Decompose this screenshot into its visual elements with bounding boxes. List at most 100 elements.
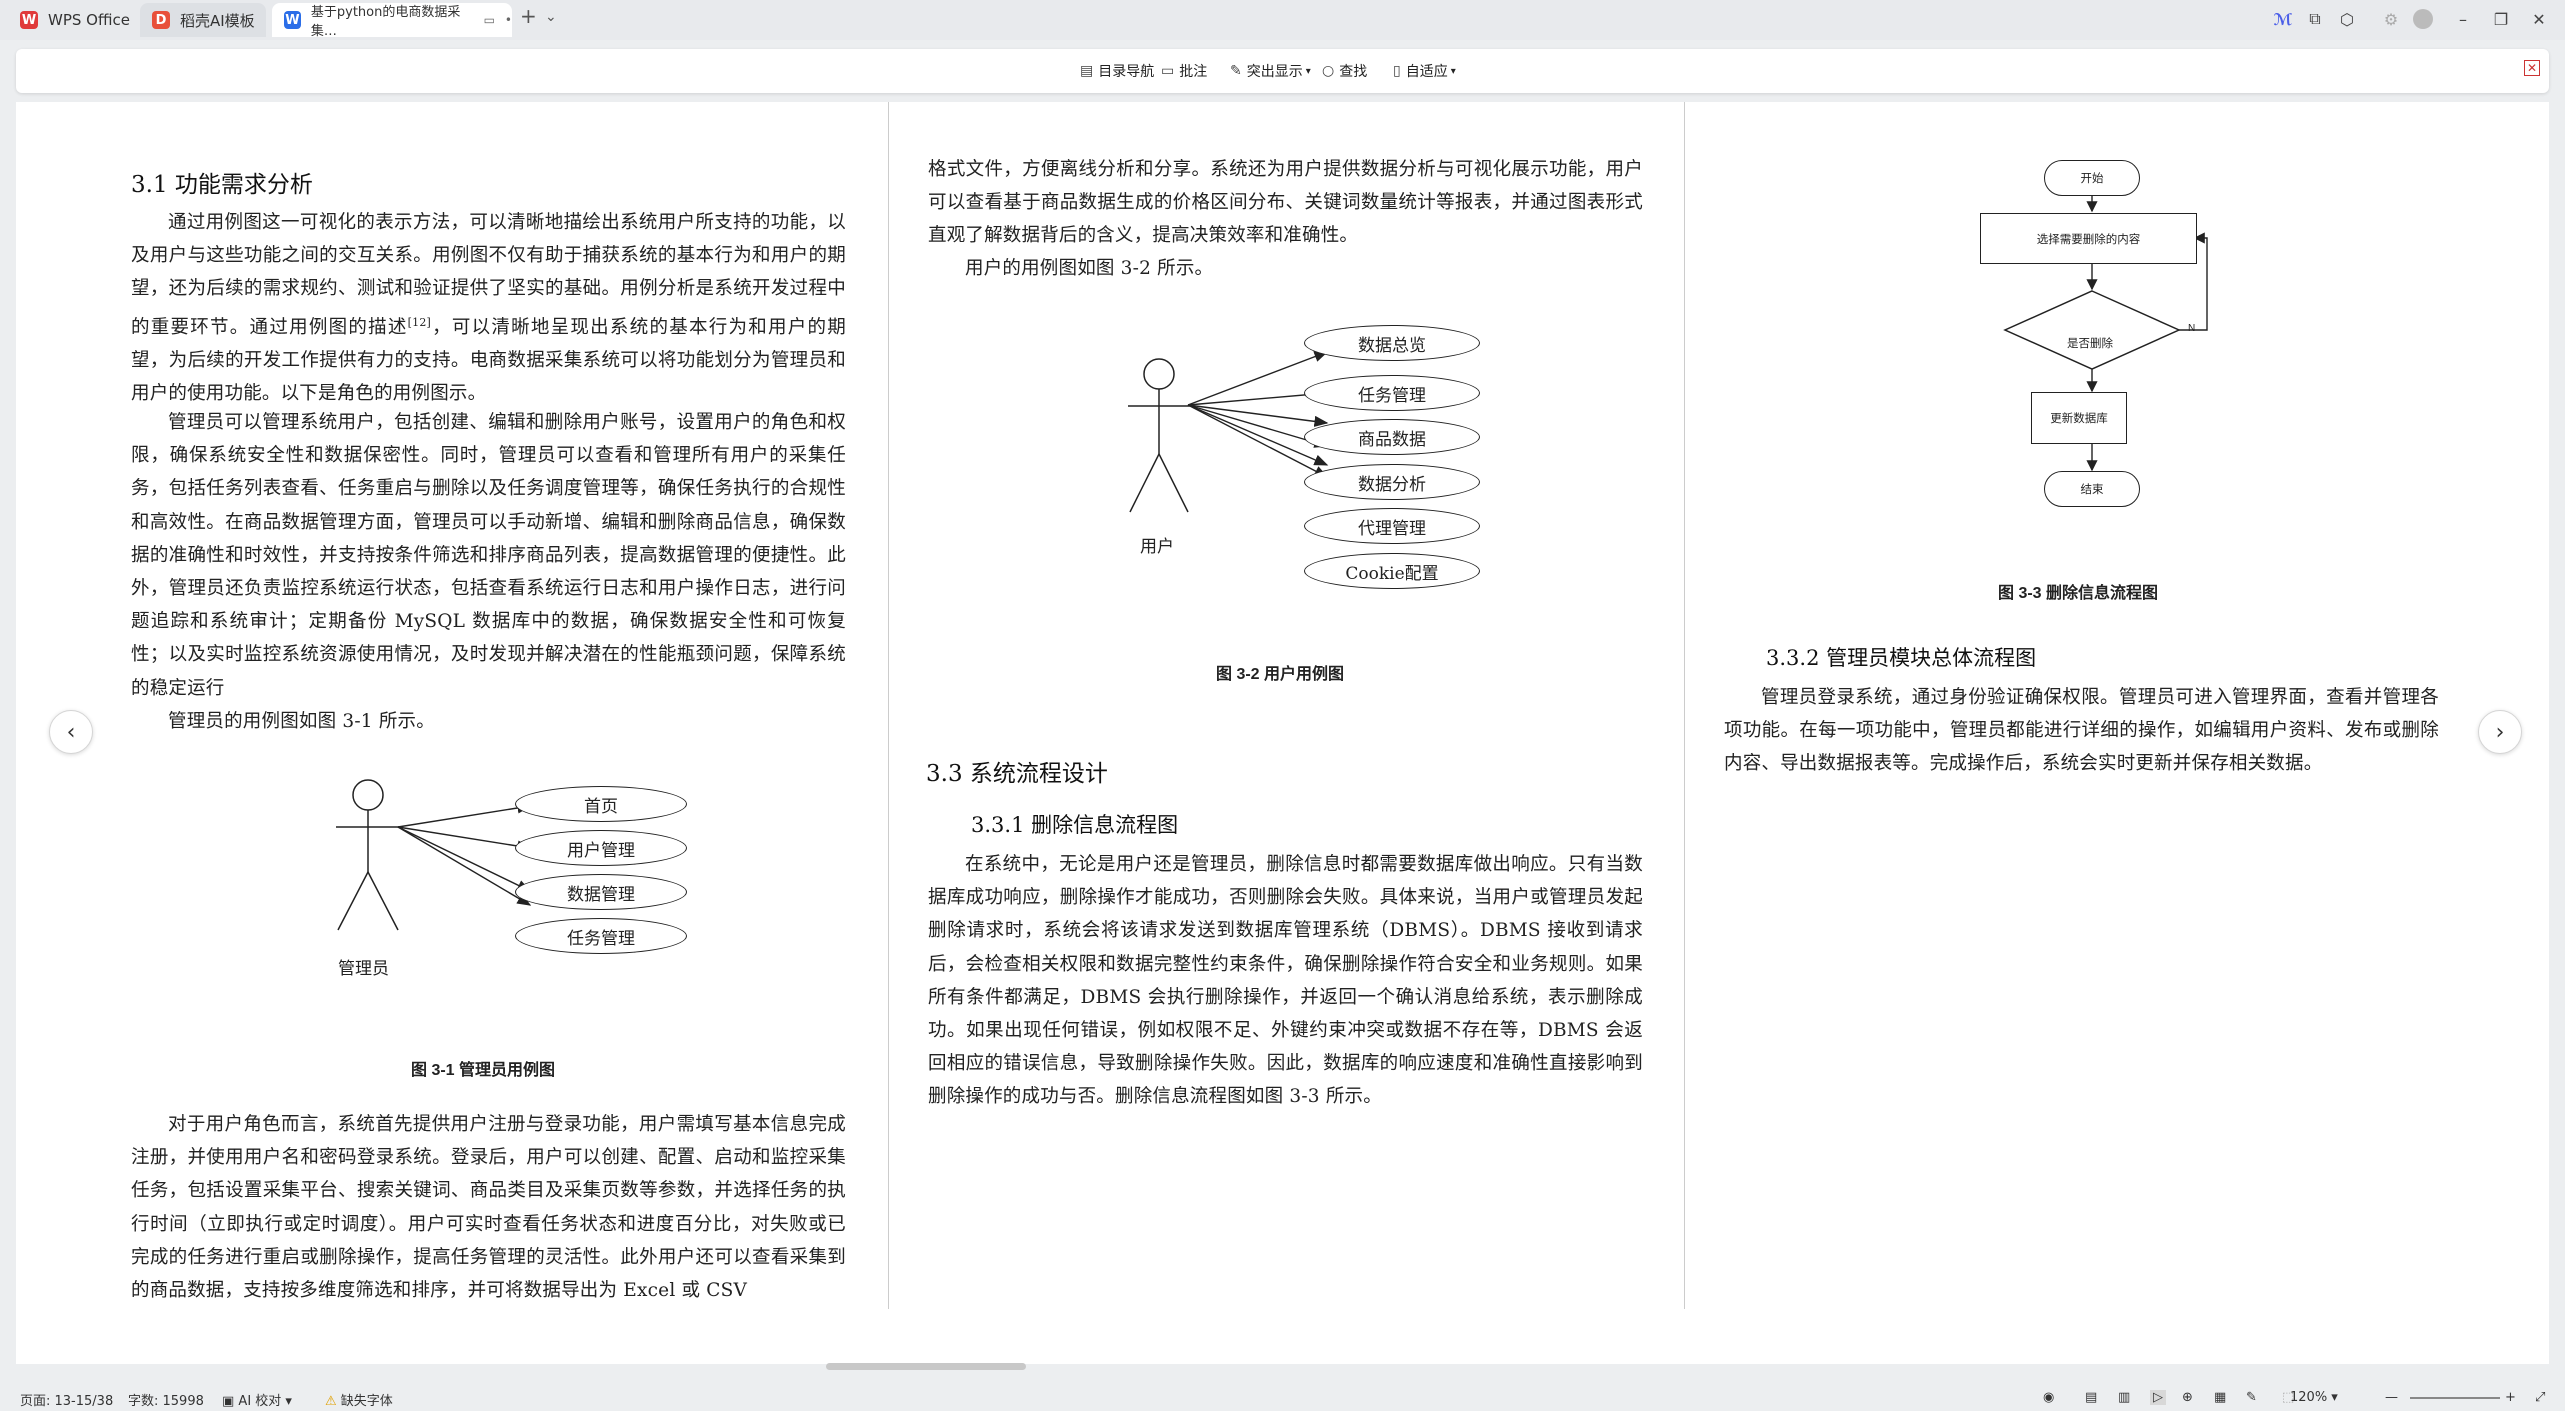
tab-current-document[interactable]: W 基于python的电商数据采集… ▭ •: [272, 3, 512, 39]
cube-icon[interactable]: ⬡: [2334, 6, 2360, 32]
reading-mode-icon[interactable]: ▷: [2150, 1390, 2166, 1405]
tab-list-chevron-icon[interactable]: ⌄: [545, 9, 557, 25]
zoom-out-icon[interactable]: —: [2385, 1390, 2398, 1405]
toc-navigation-button[interactable]: ▤ 目录导航: [1080, 61, 1154, 81]
close-tab-icon[interactable]: •: [505, 13, 512, 27]
wps-logo-icon: W: [20, 11, 38, 29]
highlight-button[interactable]: ✎ 突出显示 ▾: [1230, 61, 1311, 81]
zoom-slider[interactable]: [2410, 1397, 2500, 1399]
proofread-icon: ▣: [222, 1394, 239, 1409]
settings-icon[interactable]: ⚙: [2378, 6, 2404, 32]
eye-protection-icon[interactable]: ◉: [2043, 1390, 2054, 1405]
avatar[interactable]: [2410, 6, 2436, 32]
find-label: 查找: [1339, 64, 1368, 80]
chevron-left-icon: ‹: [66, 719, 76, 745]
status-bar: 页面: 13-15/38 字数: 15998 ▣ AI 校对 ▾ ⚠ 缺失字体 …: [0, 1384, 2565, 1411]
title-bar: W WPS Office D 稻壳AI模板 W 基于python的电商数据采集……: [0, 0, 2565, 40]
figure-caption-3-3: 图 3-3 删除信息流程图: [1998, 585, 2159, 602]
flow-decision-label: 是否删除: [2067, 338, 2113, 350]
page-count[interactable]: 页面: 13-15/38: [20, 1390, 113, 1409]
word-count[interactable]: 字数: 15998: [128, 1390, 204, 1409]
paragraph: 在系统中，无论是用户还是管理员，删除信息时都需要数据库做出响应。只有当数据库成功…: [928, 848, 1643, 1114]
fit-label: 自适应: [1405, 64, 1448, 80]
highlight-pen-icon: ✎: [1230, 63, 1242, 79]
paragraph: 管理员可以管理系统用户，包括创建、编辑和删除用户账号，设置用户的角色和权限，确保…: [131, 406, 846, 705]
chevron-right-icon: ›: [2495, 719, 2505, 745]
search-icon: ○: [1322, 63, 1335, 79]
tab-docer-templates[interactable]: D 稻壳AI模板: [140, 3, 266, 37]
window-layout-icon[interactable]: ⧉: [2302, 6, 2328, 32]
ai-proofread-button[interactable]: ▣ AI 校对 ▾: [222, 1390, 292, 1409]
column-divider: [1684, 102, 1685, 1309]
tab-label: 基于python的电商数据采集…: [310, 5, 461, 39]
restore-icon[interactable]: ❐: [2488, 6, 2514, 32]
paragraph: 通过用例图这一可视化的表示方法，可以清晰地描绘出系统用户所支持的功能，以及用户与…: [131, 206, 846, 410]
zoom-level[interactable]: 120% ▾: [2290, 1390, 2338, 1405]
use-case-cookie-config: Cookie配置: [1304, 553, 1480, 589]
outline-view-icon[interactable]: ▥: [2118, 1390, 2130, 1405]
paragraph-text: 管理员的用例图如图 3-1 所示。: [168, 711, 435, 732]
pen-icon[interactable]: ✎: [2246, 1390, 2257, 1405]
reading-toolbar: ▤ 目录导航 ▭ 批注 ✎ 突出显示 ▾ ○ 查找 ▯ 自适应 ▾ ✕: [16, 49, 2549, 93]
paragraph: 格式文件，方便离线分析和分享。系统还为用户提供数据分析与可视化展示功能，用户可以…: [928, 153, 1643, 253]
subsection-heading-3-3-2: 3.3.2 管理员模块总体流程图: [1766, 646, 2037, 670]
paragraph-text: 对于用户角色而言，系统首先提供用户注册与登录功能，用户需填写基本信息完成注册，并…: [131, 1114, 846, 1302]
ai-assistant-icon[interactable]: ℳ: [2270, 6, 2296, 32]
paragraph-text: 管理员登录系统，通过身份验证确保权限。管理员可进入管理界面，查看并管理各项功能。…: [1724, 687, 2439, 775]
zoom-value: 120%: [2290, 1390, 2328, 1405]
paragraph-text: 格式文件，方便离线分析和分享。系统还为用户提供数据分析与可视化展示功能，用户可以…: [928, 159, 1643, 247]
flow-update-db-step: 更新数据库: [2031, 392, 2127, 444]
use-case-task-management: 任务管理: [515, 918, 687, 954]
delete-flow-connectors: [2003, 176, 2208, 472]
comment-label: 批注: [1179, 64, 1208, 80]
page-view-icon[interactable]: ▤: [2085, 1390, 2097, 1405]
section-heading-3-1: 3.1 功能需求分析: [131, 172, 313, 198]
docer-logo-icon: D: [152, 11, 170, 29]
section-heading-3-3: 3.3 系统流程设计: [926, 761, 1108, 787]
paragraph-text: 在系统中，无论是用户还是管理员，删除信息时都需要数据库做出响应。只有当数据库成功…: [928, 854, 1643, 1108]
highlight-label: 突出显示: [1246, 64, 1303, 80]
chevron-down-icon: ▾: [1305, 65, 1311, 77]
layout-icon[interactable]: ▦: [2214, 1390, 2226, 1405]
fit-button[interactable]: ▯ 自适应 ▾: [1393, 61, 1456, 81]
comment-icon: ▭: [1161, 63, 1175, 79]
exit-reading-mode-icon[interactable]: ✕: [2524, 60, 2540, 76]
proofread-label: AI 校对: [238, 1394, 282, 1409]
paragraph: 用户的用例图如图 3-2 所示。: [928, 252, 1643, 285]
warning-icon: ⚠: [325, 1394, 341, 1409]
use-case-proxy-management: 代理管理: [1304, 508, 1480, 544]
use-case-task-management: 任务管理: [1304, 375, 1480, 411]
paragraph-text: 用户的用例图如图 3-2 所示。: [965, 258, 1214, 279]
tab-wps-office[interactable]: W WPS Office: [8, 3, 136, 37]
column-divider: [888, 102, 889, 1309]
previous-page-button[interactable]: ‹: [49, 710, 93, 754]
fit-page-icon: ▯: [1393, 63, 1401, 79]
subsection-heading-3-3-1: 3.3.1 删除信息流程图: [971, 813, 1179, 837]
use-case-data-analysis: 数据分析: [1304, 464, 1480, 500]
find-button[interactable]: ○ 查找: [1322, 61, 1367, 81]
comment-button[interactable]: ▭ 批注: [1161, 61, 1207, 81]
citation[interactable]: [12]: [408, 316, 431, 329]
use-case-product-data: 商品数据: [1304, 419, 1480, 455]
web-view-icon[interactable]: ⊕: [2182, 1390, 2193, 1405]
minimize-icon[interactable]: –: [2450, 6, 2476, 32]
screen-icon[interactable]: ▭: [484, 13, 495, 27]
tab-label: WPS Office: [48, 11, 130, 29]
paragraph: 对于用户角色而言，系统首先提供用户注册与登录功能，用户需填写基本信息完成注册，并…: [131, 1108, 846, 1307]
close-window-icon[interactable]: ✕: [2526, 6, 2552, 32]
new-tab-icon[interactable]: +: [520, 4, 537, 28]
paragraph: 管理员登录系统，通过身份验证确保权限。管理员可进入管理界面，查看并管理各项功能。…: [1724, 681, 2439, 781]
use-case-home: 首页: [515, 786, 687, 822]
fit-window-icon[interactable]: ⤢: [2535, 1390, 2545, 1405]
word-doc-icon: W: [284, 11, 301, 29]
missing-font-button[interactable]: ⚠ 缺失字体: [325, 1390, 393, 1409]
next-page-button[interactable]: ›: [2478, 710, 2522, 754]
use-case-data-management: 数据管理: [515, 874, 687, 910]
chevron-down-icon: ▾: [1450, 65, 1456, 77]
tab-label: 稻壳AI模板: [180, 11, 255, 30]
figure-caption-3-1: 图 3-1 管理员用例图: [411, 1062, 556, 1079]
horizontal-scrollbar[interactable]: [826, 1363, 1026, 1370]
paragraph-text: 管理员可以管理系统用户，包括创建、编辑和删除用户账号，设置用户的角色和权限，确保…: [131, 412, 846, 699]
toc-label: 目录导航: [1098, 64, 1155, 80]
zoom-in-icon[interactable]: +: [2505, 1390, 2516, 1405]
